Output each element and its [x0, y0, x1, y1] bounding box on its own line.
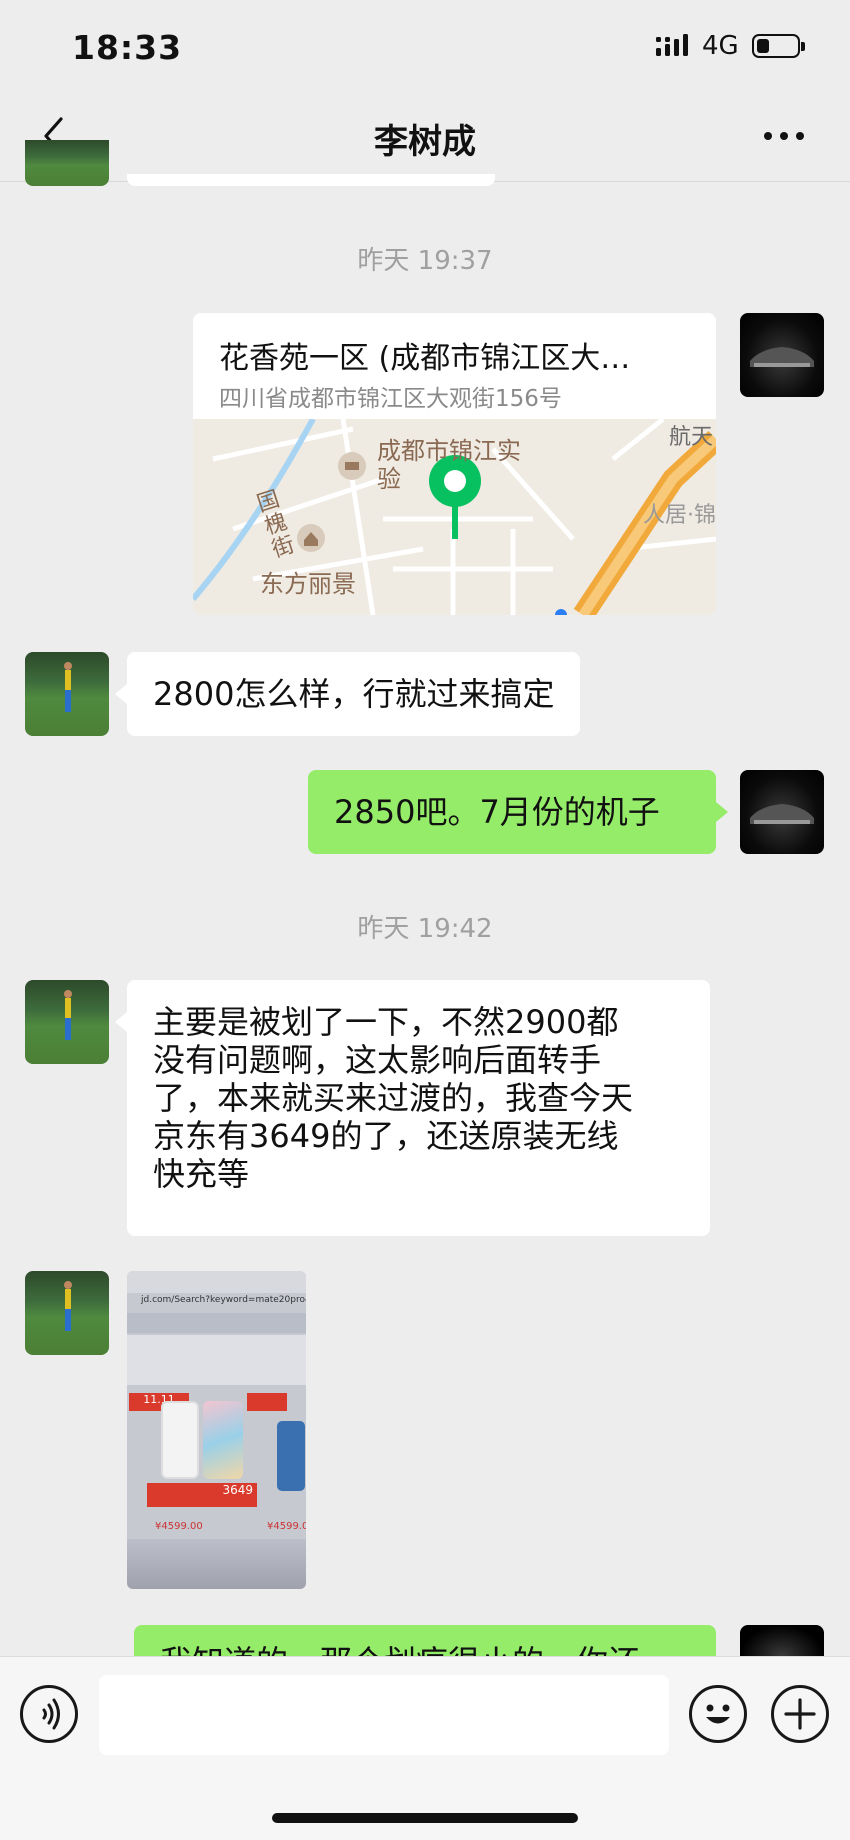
location-message[interactable]: 花香苑一区 (成都市锦江区大… 四川省成都市锦江区大观街156号 成都市锦江实验… [193, 313, 716, 615]
message-input[interactable] [99, 1675, 669, 1755]
contact-avatar[interactable] [25, 980, 109, 1064]
battery-icon [752, 34, 805, 58]
contact-avatar[interactable] [25, 1271, 109, 1355]
photo-url-text: jd.com/Search?keyword=mate20pro&enc=utf-… [141, 1295, 306, 1305]
emoji-icon[interactable] [689, 1685, 747, 1743]
map-label-school: 成都市锦江实验 [377, 437, 521, 493]
timestamp: 昨天 19:37 [357, 246, 493, 276]
my-avatar[interactable] [740, 313, 824, 397]
photo-price-left: ¥4599.00 [155, 1521, 203, 1532]
photo-price-right: ¥4599.00 [267, 1521, 306, 1532]
message-bubble-contact[interactable]: 主要是被划了一下，不然2900都 没有问题啊，这太影响后面转手 了，本来就买来过… [127, 980, 710, 1236]
previous-bubble-edge [127, 174, 495, 186]
voice-icon[interactable] [20, 1685, 78, 1743]
my-avatar[interactable] [740, 1625, 824, 1656]
message-line: 快充等 [153, 1155, 250, 1193]
message-bubble-me[interactable]: 我知道的，那个划痕很小的，你还 [134, 1625, 716, 1656]
location-address: 四川省成都市锦江区大观街156号 [219, 386, 562, 412]
location-title: 花香苑一区 (成都市锦江区大… [219, 341, 631, 376]
image-message[interactable]: jd.com/Search?keyword=mate20pro&enc=utf-… [127, 1271, 306, 1589]
message-bubble-contact[interactable]: 2800怎么样，行就过来搞定 [127, 652, 581, 736]
partial-message-text: 我知道的，那个划痕很小的，你还 [134, 1625, 716, 1656]
contact-avatar[interactable] [25, 652, 109, 736]
map-label-right: 人居·锦 [643, 503, 716, 528]
chat-title: 李树成 [374, 122, 476, 162]
my-avatar[interactable] [740, 770, 824, 854]
battery-level [757, 39, 769, 53]
timestamp: 昨天 19:42 [357, 914, 493, 944]
network-type: 4G [702, 31, 739, 61]
message-line: 了，本来就买来过渡的，我查今天 [153, 1079, 634, 1117]
photo-promo: 3649 [147, 1483, 257, 1507]
map-label-community: 东方丽景 [260, 570, 356, 598]
message-line: 京东有3649的了，还送原装无线 [153, 1117, 619, 1155]
home-indicator[interactable] [272, 1813, 578, 1823]
location-map: 成都市锦江实验 国槐街 东方丽景 航天 人居·锦 [193, 419, 716, 615]
message-line: 没有问题啊，这太影响后面转手 [153, 1041, 602, 1079]
message-bubble-me[interactable]: 2850吧。7月份的机子 [308, 770, 716, 854]
map-label-top-right: 航天 [669, 425, 714, 450]
plus-icon[interactable] [771, 1685, 829, 1743]
signal-icon [656, 34, 688, 56]
contact-avatar[interactable] [25, 140, 109, 186]
status-time: 18:33 [72, 28, 183, 67]
more-dots-icon[interactable] [760, 124, 808, 148]
message-line: 主要是被划了一下，不然2900都 [153, 1003, 619, 1041]
